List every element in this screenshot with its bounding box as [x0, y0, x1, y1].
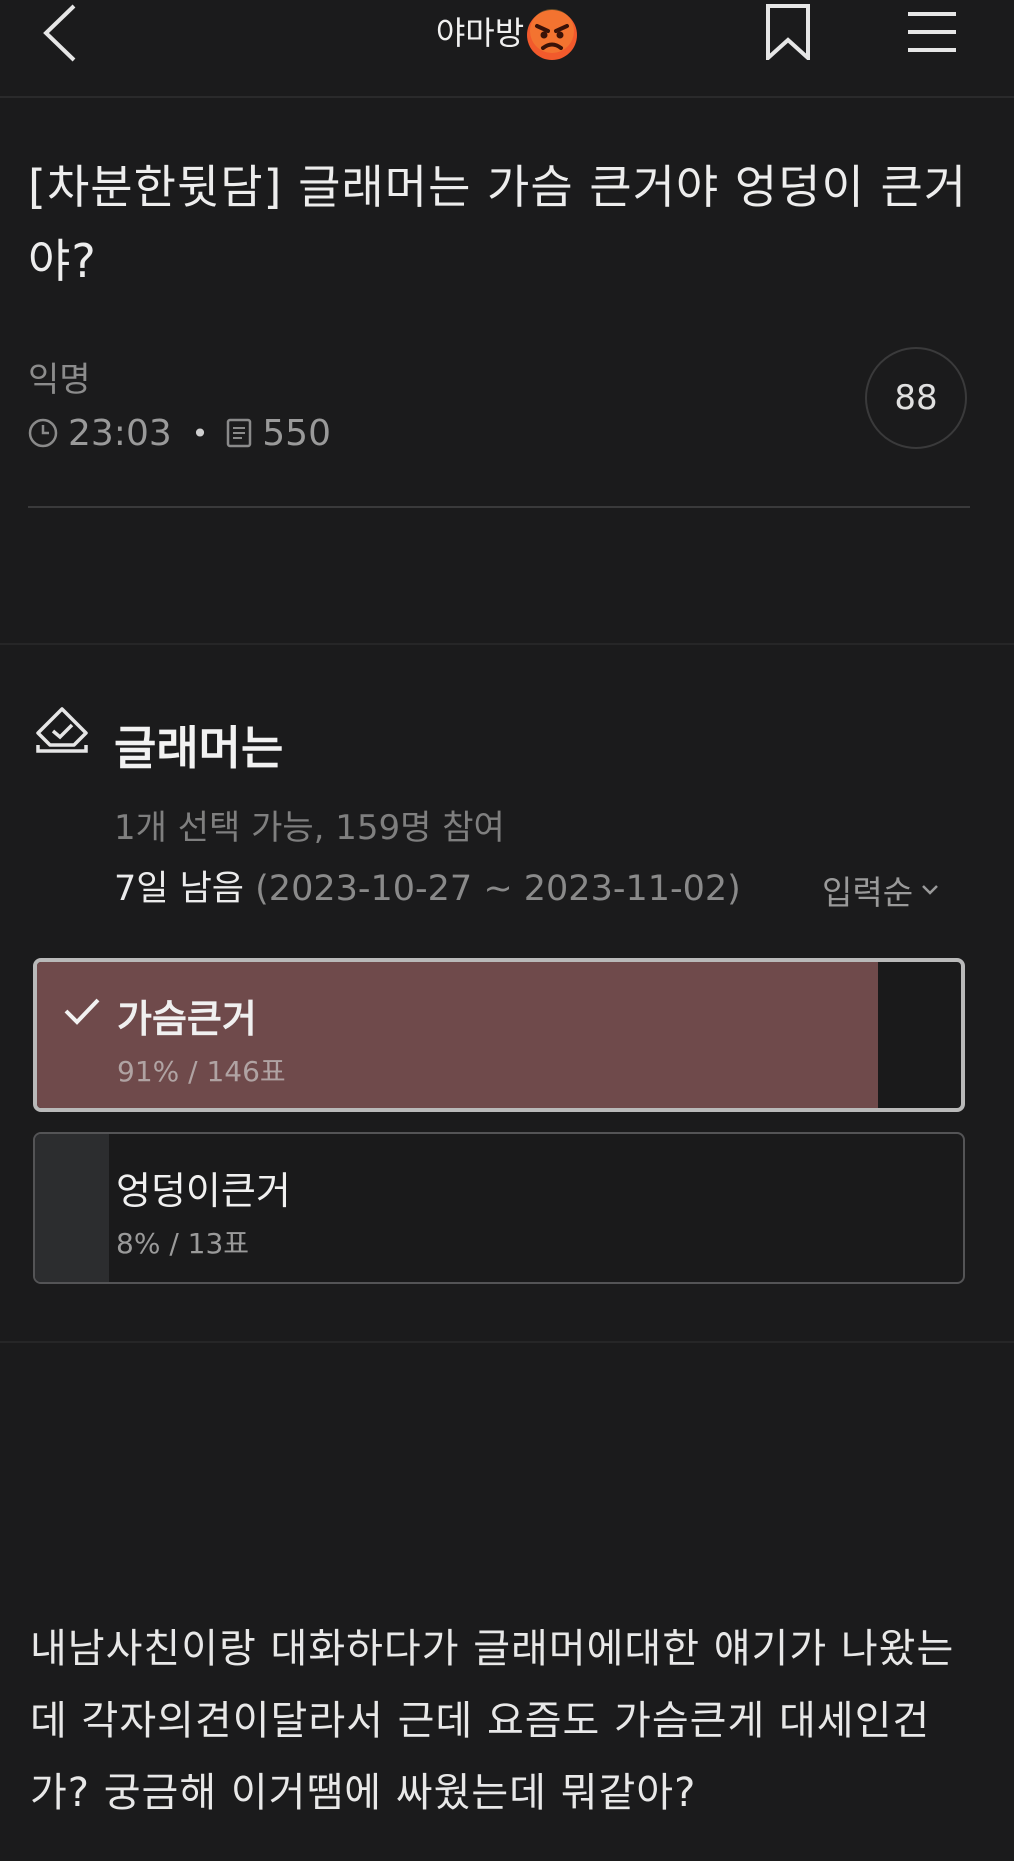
post-time: 23:03: [68, 412, 172, 454]
poll-remaining: 7일 남음 (2023-10-27 ~ 2023-11-02): [114, 860, 741, 911]
menu-icon[interactable]: [906, 8, 958, 56]
post-title: [차분한뒷담] 글래머는 가슴 큰거야 엉덩이 큰거야?: [28, 160, 968, 288]
divider: [28, 506, 970, 508]
poll-title: 글래머는: [114, 721, 284, 775]
sort-label: 입력순: [822, 873, 914, 912]
document-icon: [227, 418, 252, 448]
clock-icon: [28, 418, 58, 448]
poll-option[interactable]: 엉덩이큰거 8% / 13표: [33, 1132, 965, 1284]
view-count: 550: [262, 412, 331, 454]
brand-name: 야마방: [435, 14, 525, 52]
section-divider: [0, 1341, 1014, 1343]
poll-option-bar: [35, 1134, 110, 1282]
poll-option-label: 엉덩이큰거: [116, 1169, 291, 1213]
poll-period: (2023-10-27 ~ 2023-11-02): [255, 869, 741, 909]
poll-icon: [36, 707, 88, 753]
poll-remaining-days: 7일 남음: [114, 869, 244, 909]
poll-option-label: 가슴큰거: [117, 997, 257, 1041]
sort-dropdown[interactable]: 입력순: [822, 866, 939, 914]
bookmark-icon[interactable]: [764, 4, 812, 60]
top-bar: 야마방: [0, 0, 1014, 98]
post-author: 익명: [28, 360, 91, 400]
poll-info: 1개 선택 가능, 159명 참여: [114, 808, 505, 848]
brand-title: 야마방: [0, 8, 1014, 61]
comment-count-badge[interactable]: 88: [865, 347, 967, 449]
meta-separator: •: [191, 416, 209, 450]
post-meta: 23:03 • 550: [28, 410, 331, 456]
check-icon: [64, 998, 100, 1025]
section-divider: [0, 643, 1014, 645]
angry-face-icon: [527, 9, 578, 60]
post-body: 내남사친이랑 대화하다가 글래머에대한 얘기가 나왔는데 각자의견이달라서 근데…: [30, 1626, 955, 1816]
poll-option[interactable]: 가슴큰거 91% / 146표: [33, 958, 965, 1112]
chevron-down-icon: [922, 885, 938, 895]
poll-option-stat: 8% / 13표: [116, 1227, 250, 1260]
poll-option-stat: 91% / 146표: [117, 1055, 286, 1088]
